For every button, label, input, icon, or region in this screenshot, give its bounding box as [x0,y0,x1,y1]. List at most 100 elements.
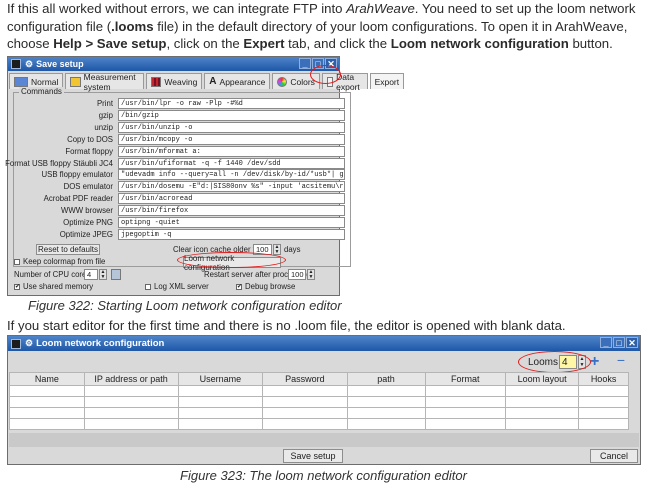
table-cell[interactable] [83,396,179,408]
table-cell[interactable] [578,418,629,430]
command-input[interactable]: jpegoptim -q [118,228,345,240]
table-cell[interactable] [9,385,85,397]
column-header[interactable]: Hooks [578,372,629,386]
shared-memory-option[interactable]: ✔ Use shared memory [14,282,93,291]
palette-icon[interactable] [111,269,121,280]
restart-spinner[interactable]: ▲ ▼ [307,269,315,280]
command-row: Acrobat PDF reader/usr/bin/acroread [14,193,345,205]
table-cell[interactable] [83,418,179,430]
table-cell[interactable] [177,418,264,430]
table-cell[interactable] [262,407,348,419]
command-input[interactable]: /usr/bin/mcopy -o [118,133,345,145]
table-cell[interactable] [9,418,85,430]
table-cell[interactable] [177,385,264,397]
second-paragraph: If you start editor for the first time a… [7,318,566,333]
table-cell[interactable] [346,396,426,408]
command-row: Optimize JPEG jpegoptim -q [14,228,345,241]
checkbox[interactable]: ✔ [236,283,242,290]
command-input[interactable]: /bin/gzip [118,109,345,121]
table-cell[interactable] [9,407,85,419]
table-row[interactable] [9,396,629,408]
column-header[interactable]: Username [177,372,264,386]
command-row: gzip/bin/gzip [14,109,345,122]
tab-appearance[interactable]: A Appearance [204,73,271,89]
command-input[interactable]: /usr/bin/mformat a: [118,145,345,157]
command-input[interactable]: "udevadm info --query=all -n /dev/disk/b… [118,169,345,181]
table-cell[interactable] [424,385,507,397]
table-cell[interactable] [505,385,580,397]
table-cell[interactable] [424,396,507,408]
table-cell[interactable] [262,418,348,430]
app-icon [11,338,21,349]
log-xml-option[interactable]: Log XML server [145,282,209,291]
command-input[interactable]: /usr/bin/lpr -o raw -Plp -#%d [118,98,345,109]
table-cell[interactable] [578,385,629,397]
restart-input[interactable]: 100 [288,269,306,280]
save-setup-button[interactable]: Save setup [283,449,343,463]
column-header[interactable]: Loom layout [505,372,580,386]
command-input[interactable]: /usr/bin/dosemu -E"d:|SIS80onv %s" -inpu… [118,181,345,193]
table-cell[interactable] [83,407,179,419]
command-label: USB floppy emulator [41,170,113,180]
remove-loom-icon[interactable]: − [608,352,634,368]
table-row[interactable] [9,385,629,397]
menu-path: Help > Save setup [53,36,167,51]
table-cell[interactable] [578,407,629,419]
command-row: DOS emulator/usr/bin/dosemu -E"d:|SIS80o… [14,181,345,193]
column-header[interactable]: Password [262,372,348,386]
minimize-icon[interactable]: _ [299,58,311,69]
loom-config-window: ⚙ Loom network configuration _ □ ✕ Looms… [7,335,641,465]
tab-weaving[interactable]: Weaving [146,73,203,89]
command-input[interactable]: /usr/bin/acroread [118,193,345,205]
text: If this all worked without errors, we ca… [7,1,347,16]
table-row[interactable] [9,407,629,419]
table-cell[interactable] [505,418,580,430]
command-input[interactable]: /usr/bin/unzip -o [118,121,345,133]
tab-export[interactable]: Export [369,73,405,89]
command-label: Optimize JPEG [59,229,113,239]
column-header[interactable]: path [346,372,426,386]
table-row[interactable] [9,418,629,430]
command-input[interactable]: /usr/bin/firefox [118,205,345,217]
tab-measurement[interactable]: Measurement system [65,72,145,92]
table-cell[interactable] [346,418,426,430]
table-cell[interactable] [177,407,264,419]
table-cell[interactable] [346,385,426,397]
cpu-input[interactable]: 4 [84,269,98,280]
column-header[interactable]: Name [9,372,85,386]
window-title: Save setup [36,59,84,69]
reset-defaults-button[interactable]: Reset to defaults [36,244,100,255]
minimize-icon[interactable]: _ [600,337,612,348]
table-cell[interactable] [9,396,85,408]
checkbox[interactable] [145,283,151,290]
normal-icon [14,76,28,87]
debug-browse-option[interactable]: ✔ Debug browse [236,282,295,291]
cpu-spinner[interactable]: ▲ ▼ [99,269,107,280]
keep-colormap-option[interactable]: Keep colormap from file [14,257,105,266]
checkbox[interactable]: ✔ [14,283,20,290]
text: tab, and click the [284,36,391,51]
maximize-icon[interactable]: □ [613,337,625,348]
column-header[interactable]: IP address or path [83,372,179,386]
add-loom-icon[interactable]: + [590,353,599,371]
command-input[interactable]: optipng -quiet [118,217,345,228]
column-header[interactable]: Format [424,372,507,386]
cancel-button[interactable]: Cancel [590,449,638,463]
table-cell[interactable] [578,396,629,408]
table-cell[interactable] [83,385,179,397]
table-cell[interactable] [262,396,348,408]
save-setup-window: ⚙ Save setup _ □ ✕ Normal Measurement sy… [5,56,405,296]
command-row: unzip/usr/bin/unzip -o [14,121,345,134]
table-cell[interactable] [177,396,264,408]
table-cell[interactable] [505,396,580,408]
close-icon[interactable]: ✕ [626,337,638,348]
table-cell[interactable] [505,407,580,419]
table-cell[interactable] [424,407,507,419]
table-cell[interactable] [346,407,426,419]
command-row: Format floppy/usr/bin/mformat a: [14,145,345,158]
export-tab-highlight [310,65,341,84]
table-cell[interactable] [262,385,348,397]
command-input[interactable]: /usr/bin/ufiformat -q -f 1440 /dev/sdd [118,157,345,169]
checkbox[interactable] [14,258,20,265]
table-cell[interactable] [424,418,507,430]
